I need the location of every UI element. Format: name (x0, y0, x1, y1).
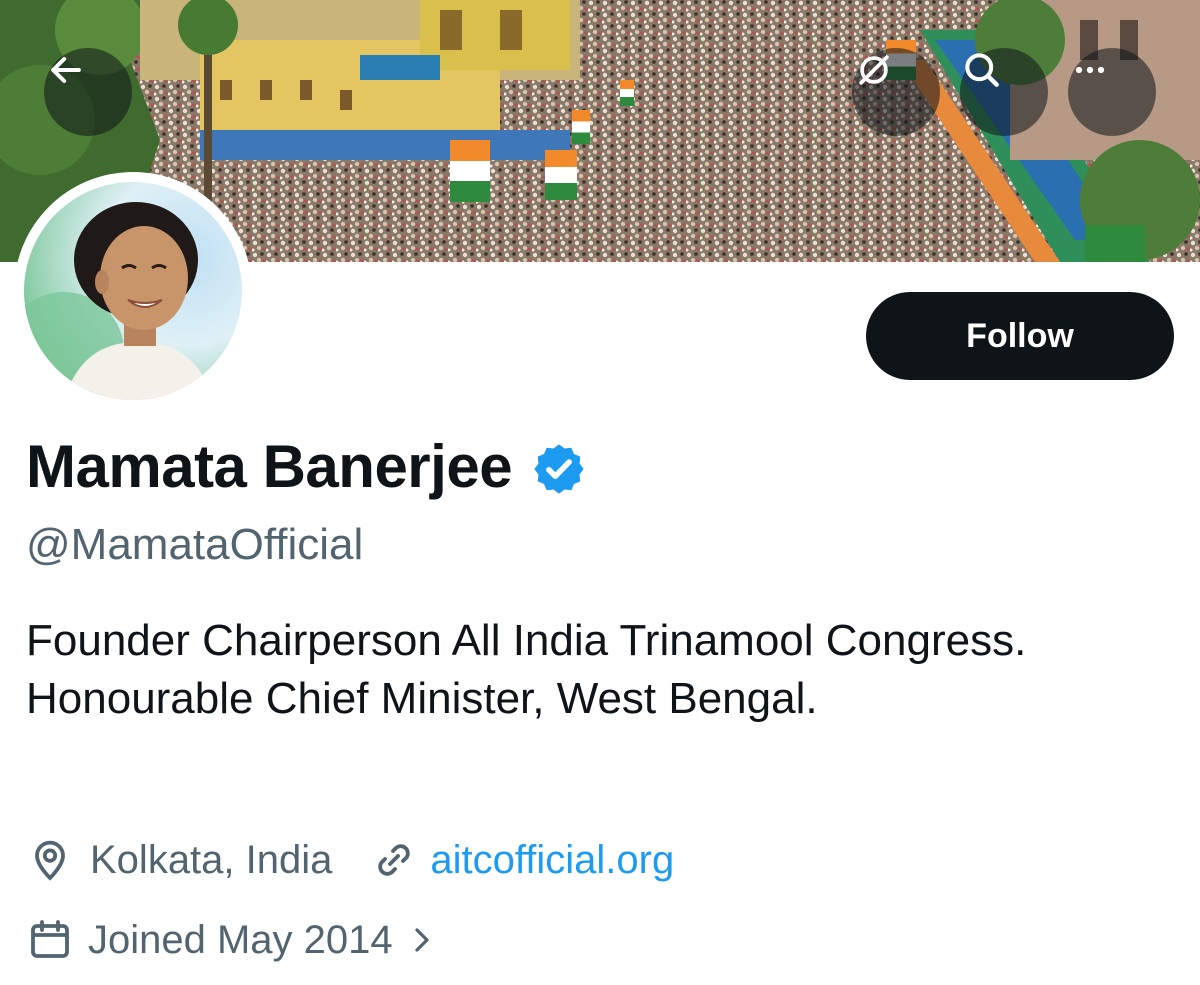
search-icon (965, 53, 999, 87)
arrow-left-icon (51, 56, 81, 84)
user-handle: @MamataOfficial (26, 520, 364, 569)
grok-icon (859, 55, 889, 85)
joined-row[interactable]: Joined May 2014 (26, 916, 437, 964)
calendar-icon (31, 920, 69, 958)
verified-badge-icon[interactable] (530, 440, 588, 498)
location-text: Kolkata, India (90, 837, 333, 882)
website-link[interactable]: aitcofficial.org (430, 838, 674, 883)
follow-button[interactable]: Follow (866, 292, 1174, 380)
back-button[interactable] (44, 48, 132, 136)
more-options-button[interactable] (1068, 48, 1156, 136)
name-row: Mamata Banerjee (26, 432, 588, 501)
bio: Founder Chairperson All India Trinamool … (26, 616, 1027, 723)
avatar-photo (24, 182, 242, 400)
grok-button[interactable] (852, 48, 940, 136)
display-name: Mamata Banerjee (26, 433, 513, 500)
link-icon (378, 844, 411, 876)
meta-row-location-website: Kolkata, India aitcofficial.org (26, 836, 674, 884)
joined-date: Joined May 2014 (88, 917, 393, 962)
avatar[interactable] (14, 172, 252, 410)
chevron-right-icon (415, 928, 429, 952)
more-dots-icon (1075, 66, 1105, 74)
location-pin-icon (35, 840, 65, 881)
search-button[interactable] (960, 48, 1048, 136)
